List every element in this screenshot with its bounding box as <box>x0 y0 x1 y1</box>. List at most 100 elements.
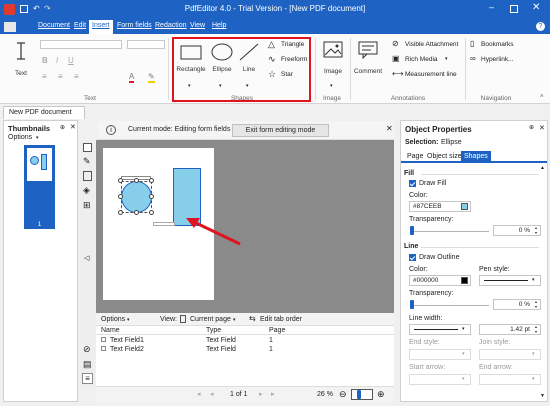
align-right-icon[interactable]: ≡ <box>74 72 79 81</box>
tab-object-size[interactable]: Object size <box>427 153 462 160</box>
scroll-up-icon[interactable]: ▲ <box>540 165 545 171</box>
form-field-outline[interactable] <box>153 222 175 226</box>
page-thumbnail[interactable]: 1 <box>24 145 55 229</box>
chevron-down-icon[interactable]: ▾ <box>36 135 39 141</box>
attachments-icon[interactable]: ⊞ <box>83 200 91 211</box>
pin-icon[interactable]: ⊕ <box>529 124 534 131</box>
thumbnails-options[interactable]: Options <box>8 134 32 141</box>
highlight-color-icon[interactable]: ✎ <box>148 72 155 83</box>
align-center-icon[interactable]: ≡ <box>58 72 63 81</box>
app-menu-icon[interactable] <box>4 22 16 32</box>
draw-outline-checkbox[interactable] <box>409 254 416 261</box>
spinner-icon[interactable]: ▴ ▾ <box>535 299 537 309</box>
list-icon[interactable]: ≡ <box>82 373 93 384</box>
next-page-icon[interactable]: ▸ <box>259 390 263 398</box>
maximize-icon[interactable] <box>510 5 518 13</box>
italic-icon[interactable]: I <box>56 56 58 65</box>
close-panel-icon[interactable]: ✕ <box>70 123 76 131</box>
zoom-level[interactable]: 26 % <box>317 391 333 398</box>
visible-attachment-button[interactable]: ⊘ Visible Attachment <box>392 39 462 50</box>
chevron-down-icon[interactable]: ▾ <box>233 317 236 323</box>
end-arrow-select[interactable]: ▾ <box>479 374 541 385</box>
prev-page-icon[interactable]: ◂ <box>210 390 214 398</box>
line-color-swatch[interactable] <box>461 277 468 284</box>
chevron-down-icon[interactable]: ▾ <box>532 351 535 357</box>
start-arrow-select[interactable]: ▾ <box>409 374 471 385</box>
line-width-select[interactable]: ▾ <box>409 324 471 335</box>
fields-options[interactable]: Options <box>101 316 125 323</box>
resize-handle[interactable] <box>149 178 154 183</box>
chevron-down-icon[interactable]: ▾ <box>330 83 333 89</box>
exit-form-editing-button[interactable]: Exit form editing mode <box>232 124 329 137</box>
expand-icon[interactable] <box>101 346 106 351</box>
chevron-down-icon[interactable]: ▾ <box>462 326 465 332</box>
menu-form-fields[interactable]: Form fields <box>117 22 152 29</box>
resize-handle[interactable] <box>149 210 154 215</box>
zoom-slider[interactable] <box>351 389 373 400</box>
line-transparency-slider[interactable] <box>411 305 489 306</box>
chevron-down-icon[interactable]: ▾ <box>532 376 535 382</box>
menu-insert[interactable]: Insert <box>89 20 113 34</box>
menu-document[interactable]: Document <box>38 22 70 29</box>
layers-icon[interactable]: ◈ <box>83 185 90 196</box>
resize-handle[interactable] <box>118 194 123 199</box>
fill-transparency-field[interactable]: 0 % <box>493 225 541 236</box>
collapse-left-icon[interactable]: ◁ <box>84 254 89 262</box>
resize-handle[interactable] <box>118 210 123 215</box>
rich-media-button[interactable]: ▣ Rich Media ▾ <box>392 54 462 65</box>
edit-tab-order-icon[interactable]: ⇆ <box>249 314 256 323</box>
table-row[interactable]: Text Field2 Text Field 1 <box>96 345 394 354</box>
bookmarks-button[interactable]: ▯ Bookmarks <box>470 39 542 50</box>
close-icon[interactable]: ✕ <box>386 124 393 133</box>
text-tool-button[interactable]: Text <box>8 39 34 81</box>
fill-transparency-thumb[interactable] <box>410 226 414 235</box>
column-page[interactable]: Page <box>269 327 285 334</box>
bold-icon[interactable]: B <box>42 56 48 65</box>
column-type[interactable]: Type <box>206 327 221 334</box>
measurement-line-button[interactable]: ⟷ Measurement line <box>392 69 462 80</box>
draw-fill-checkbox[interactable] <box>409 180 416 187</box>
comments-icon[interactable]: ▤ <box>83 359 92 370</box>
menu-edit[interactable]: Edit <box>74 22 86 29</box>
chevron-down-icon[interactable]: ▾ <box>462 376 465 382</box>
chevron-down-icon[interactable]: ▾ <box>445 56 448 62</box>
end-style-select[interactable]: ▾ <box>409 349 471 360</box>
align-left-icon[interactable]: ≡ <box>42 72 47 81</box>
menu-view[interactable]: View <box>190 22 205 29</box>
resize-handle[interactable] <box>118 178 123 183</box>
comment-button[interactable]: Comment <box>352 39 384 79</box>
chevron-down-icon[interactable]: ▾ <box>127 317 130 323</box>
menu-help[interactable]: Help <box>212 22 226 29</box>
table-row[interactable]: Text Field1 Text Field 1 <box>96 336 394 345</box>
font-family-combo[interactable] <box>40 40 122 49</box>
page-indicator[interactable]: 1 of 1 <box>230 391 248 398</box>
underline-icon[interactable]: U <box>68 56 74 65</box>
column-name[interactable]: Name <box>101 327 120 334</box>
expand-icon[interactable] <box>101 337 106 342</box>
pin-icon[interactable]: ⊕ <box>60 124 65 131</box>
minimize-icon[interactable]: – <box>489 2 494 12</box>
resize-handle[interactable] <box>134 210 139 215</box>
zoom-in-icon[interactable]: ⊕ <box>377 389 385 400</box>
help-icon[interactable]: ? <box>536 22 545 31</box>
tab-shapes[interactable]: Shapes <box>461 151 491 163</box>
menu-redaction[interactable]: Redaction <box>155 22 187 29</box>
fill-color-swatch[interactable] <box>461 203 468 210</box>
tab-page[interactable]: Page <box>407 153 423 160</box>
resize-handle[interactable] <box>134 178 139 183</box>
chevron-down-icon[interactable]: ▾ <box>532 277 535 283</box>
view-select[interactable]: Current page <box>190 316 231 323</box>
join-style-select[interactable]: ▾ <box>479 349 541 360</box>
pen-style-select[interactable]: ▾ <box>479 275 541 286</box>
first-page-icon[interactable]: ◂ <box>197 390 201 398</box>
hyperlink-button[interactable]: ∞ Hyperlink... <box>470 54 542 65</box>
text-color-icon[interactable]: A <box>129 72 135 83</box>
pen-icon[interactable]: ✎ <box>83 156 91 167</box>
scroll-down-icon[interactable]: ▼ <box>540 393 545 399</box>
spinner-icon[interactable]: ▴ ▾ <box>535 324 537 334</box>
close-icon[interactable]: ✕ <box>532 2 540 13</box>
chevron-down-icon[interactable]: ▾ <box>462 351 465 357</box>
zoom-thumb[interactable] <box>357 390 361 399</box>
line-width-field[interactable]: 1.42 pt <box>479 324 541 335</box>
line-transparency-field[interactable]: 0 % <box>493 299 541 310</box>
